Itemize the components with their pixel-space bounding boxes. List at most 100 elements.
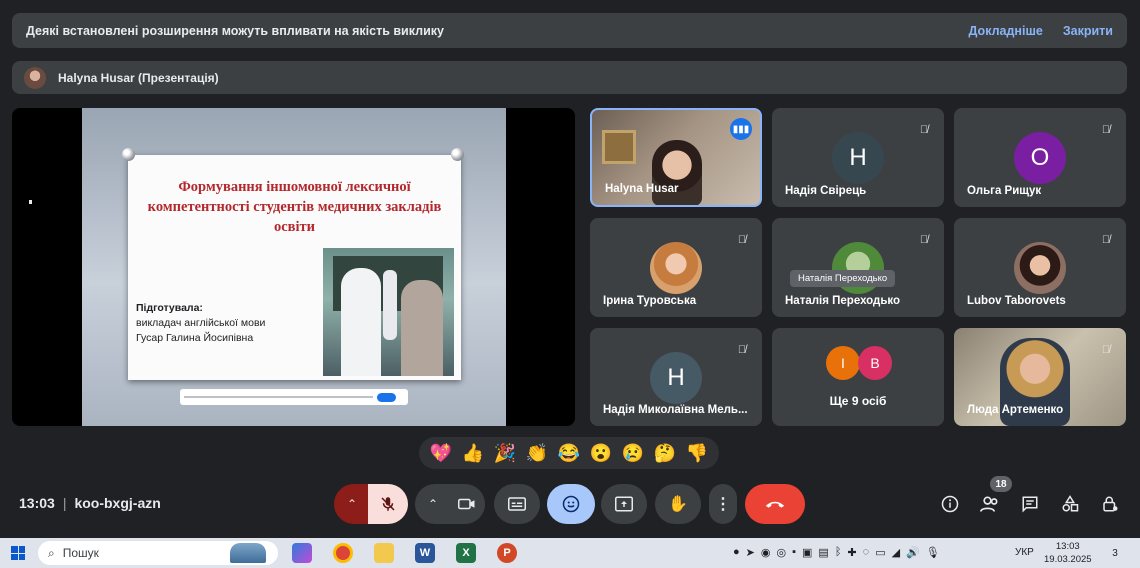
- system-tray: ● ➤ ◉ ◎ ▪ ▣ ▤ ᛒ ✚ ◌ ▭ ◢ 🔊 🎙: [733, 546, 940, 559]
- clock-date: 19.03.2025: [1044, 554, 1092, 565]
- present-icon: [615, 496, 633, 512]
- participant-tile[interactable]: О 🎙̸ Ольга Рищук: [954, 108, 1126, 207]
- mic-off-icon: 🎙̸: [737, 344, 747, 356]
- reaction-sad[interactable]: 😢: [622, 443, 644, 464]
- activities-icon: [1062, 495, 1079, 512]
- word-icon[interactable]: W: [415, 543, 435, 563]
- taskbar-search[interactable]: ⌕ Пошук: [38, 541, 278, 565]
- activities-button[interactable]: [1056, 490, 1084, 518]
- learn-more-link[interactable]: Докладніше: [969, 24, 1043, 38]
- telegram-icon[interactable]: ➤: [746, 546, 755, 559]
- chat-icon: [1022, 496, 1038, 513]
- participant-tile[interactable]: 🎙̸ Lubov Taborovets: [954, 218, 1126, 317]
- taskbar-clock[interactable]: 13:03 19.03.2025: [1044, 540, 1092, 566]
- search-placeholder: Пошук: [62, 546, 99, 560]
- participant-tile[interactable]: Н 🎙̸ Надія Миколаївна Мель...: [590, 328, 762, 426]
- close-banner-button[interactable]: Закрити: [1063, 24, 1113, 38]
- meeting-separator: |: [62, 495, 67, 511]
- audio-options-button[interactable]: ⌃: [334, 484, 370, 524]
- copilot-icon[interactable]: [292, 543, 312, 563]
- mic-toggle-button[interactable]: [368, 484, 408, 524]
- reaction-thumbs-up[interactable]: 👍: [462, 443, 484, 464]
- pin-icon: [122, 148, 135, 161]
- camera-toggle-button[interactable]: [449, 484, 485, 524]
- reaction-party[interactable]: 🎉: [494, 443, 516, 464]
- tray-app-icon[interactable]: ●: [733, 546, 740, 559]
- participant-tile[interactable]: Наталія Переходько 🎙̸ Наталія Переходько: [772, 218, 944, 317]
- cookie-accept-button: [376, 392, 397, 402]
- host-controls-icon: [1103, 496, 1118, 512]
- slide: Формування іншомовної лексичної компетен…: [82, 108, 506, 426]
- volume-icon[interactable]: 🔊: [906, 546, 920, 559]
- more-participants-tile[interactable]: І В Ще 9 осіб: [772, 328, 944, 426]
- author-role: викладач англійської мови: [136, 317, 266, 329]
- tray-app-icon[interactable]: ▪: [792, 546, 796, 559]
- mic-off-icon: 🎙̸: [1101, 344, 1111, 356]
- chat-button[interactable]: [1016, 490, 1044, 518]
- people-button[interactable]: [976, 490, 1004, 518]
- reaction-clap[interactable]: 👏: [526, 443, 548, 464]
- participant-tile-halyna[interactable]: ▮▮▮ Halyna Husar: [590, 108, 762, 207]
- raise-hand-button[interactable]: ✋: [655, 484, 701, 524]
- chrome-icon[interactable]: [333, 543, 353, 563]
- reaction-thinking[interactable]: 🤔: [654, 443, 676, 464]
- tray-app-icon[interactable]: ◉: [761, 546, 771, 559]
- slide-author-block: Підготувала: викладач англійської мови Г…: [136, 301, 265, 346]
- meeting-time: 13:03: [19, 495, 55, 511]
- tray-app-icon[interactable]: ▣: [802, 546, 812, 559]
- windows-taskbar: ⌕ Пошук W X P ● ➤ ◉ ◎ ▪ ▣ ▤ ᛒ ✚ ◌ ▭ ◢ 🔊 …: [0, 538, 1140, 568]
- captions-button[interactable]: [494, 484, 540, 524]
- wifi-icon[interactable]: ◢: [892, 546, 900, 559]
- participant-name: Halyna Husar: [605, 183, 679, 195]
- presenter-avatar: [24, 66, 46, 89]
- meeting-info: 13:03 | koo-bxgj-azn: [19, 495, 161, 511]
- video-options-button[interactable]: ⌃: [415, 484, 451, 524]
- emoji-button[interactable]: [547, 484, 595, 524]
- hangup-icon: [765, 501, 785, 508]
- reaction-laugh[interactable]: 😂: [558, 443, 580, 464]
- file-explorer-icon[interactable]: [374, 543, 394, 563]
- notifications-icon[interactable]: 3: [1104, 545, 1126, 561]
- windows-start-icon[interactable]: [11, 546, 25, 560]
- presentation-header: Halyna Husar (Презентація): [12, 61, 1127, 94]
- chevron-up-icon: ⌃: [346, 497, 358, 511]
- participant-tile[interactable]: 🎙̸ Люда Артеменко: [954, 328, 1126, 426]
- participant-tile[interactable]: 🎙̸ Ірина Туровська: [590, 218, 762, 317]
- participant-tile[interactable]: Н 🎙̸ Надія Свірець: [772, 108, 944, 207]
- participant-photo-avatar: [1014, 242, 1066, 294]
- notifications-count: 3: [1112, 547, 1118, 559]
- powerpoint-icon[interactable]: P: [497, 543, 517, 563]
- meeting-details-button[interactable]: [936, 490, 964, 518]
- bluetooth-icon[interactable]: ᛒ: [835, 546, 842, 559]
- wall-picture: [602, 130, 636, 164]
- excel-icon[interactable]: X: [456, 543, 476, 563]
- microphone-icon[interactable]: 🎙: [926, 546, 940, 559]
- participant-name: Ольга Рищук: [967, 185, 1042, 197]
- language-indicator[interactable]: УКР: [1015, 547, 1034, 558]
- participant-name: Надія Свірець: [785, 185, 867, 197]
- participant-name: Люда Артеменко: [967, 404, 1064, 416]
- participant-avatar: Н: [832, 132, 884, 184]
- present-button[interactable]: [601, 484, 647, 524]
- more-participants-label: Ще 9 осіб: [829, 394, 887, 408]
- reaction-thumbs-down[interactable]: 👎: [686, 443, 708, 464]
- slide-cookie-notice: [180, 389, 408, 405]
- author-name: Гусар Галина Йосипівна: [136, 332, 254, 344]
- tray-app-icon[interactable]: ◌: [863, 546, 870, 559]
- prepared-by-label: Підготувала:: [136, 302, 203, 314]
- participant-video: [652, 140, 702, 205]
- tray-app-icon[interactable]: ▤: [818, 546, 828, 559]
- participant-avatar: Н: [650, 352, 702, 404]
- tray-app-icon[interactable]: ◎: [776, 546, 786, 559]
- slide-paper: Формування іншомовної лексичної компетен…: [128, 155, 461, 380]
- more-options-button[interactable]: ⋮: [709, 484, 737, 524]
- leave-call-button[interactable]: [745, 484, 805, 524]
- reaction-surprised[interactable]: 😮: [590, 443, 612, 464]
- participant-photo-avatar: [650, 242, 702, 294]
- mic-off-icon: 🎙̸: [737, 234, 747, 246]
- emoji-icon: [562, 495, 580, 513]
- host-controls-button[interactable]: [1096, 490, 1124, 518]
- battery-icon[interactable]: ▭: [875, 546, 885, 559]
- tray-app-icon[interactable]: ✚: [847, 546, 856, 559]
- reaction-heart[interactable]: 💖: [430, 443, 452, 464]
